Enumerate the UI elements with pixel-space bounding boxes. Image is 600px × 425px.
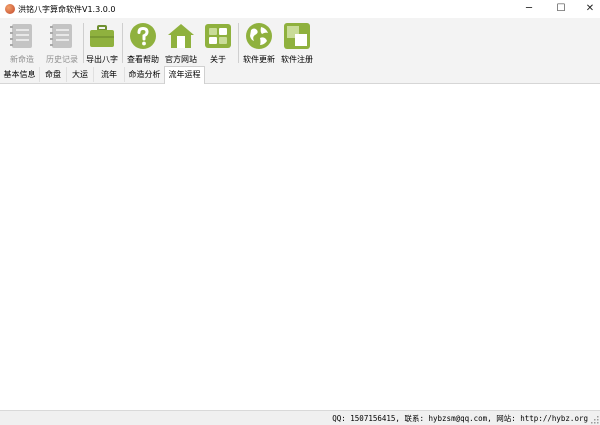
help-label: 查看帮助 xyxy=(127,55,159,64)
tab-destiny-analysis[interactable]: 命造分析 xyxy=(125,67,165,82)
minimize-button[interactable]: ─ xyxy=(514,0,544,18)
close-button[interactable]: ✕ xyxy=(575,0,600,18)
globe-icon xyxy=(246,23,272,49)
notebook-icon xyxy=(10,24,32,48)
resize-grip-icon[interactable] xyxy=(591,416,599,424)
tab-label: 流年运程 xyxy=(168,70,201,79)
tab-label: 基本信息 xyxy=(3,70,36,79)
tab-annual-luck[interactable]: 流年 xyxy=(94,67,125,82)
software-register-button[interactable]: 软件注册 xyxy=(278,20,316,64)
tab-strip: 基本信息 命盘 大运 流年 命造分析 流年运程 xyxy=(0,66,600,85)
toolbar-separator xyxy=(238,23,239,63)
briefcase-icon xyxy=(90,25,114,47)
new-chart-label: 新命造 xyxy=(10,55,34,64)
toolbar: 新命造 历史记录 导出八字 查看帮助 官方网站 关于 软件更新 软件注册 xyxy=(0,18,600,66)
info-blocks-icon xyxy=(205,24,231,48)
software-update-button[interactable]: 软件更新 xyxy=(240,20,278,64)
tab-label: 命造分析 xyxy=(128,70,161,79)
title-bar: 洪铭八字算命软件V1.3.0.0 ─ ☐ ✕ xyxy=(0,0,600,18)
content-area xyxy=(0,84,600,410)
history-label: 历史记录 xyxy=(46,55,78,64)
window-title: 洪铭八字算命软件V1.3.0.0 xyxy=(18,5,116,14)
tab-major-luck[interactable]: 大运 xyxy=(67,67,94,82)
about-label: 关于 xyxy=(210,55,226,64)
tab-label: 命盘 xyxy=(45,70,61,79)
export-bazi-label: 导出八字 xyxy=(86,55,118,64)
maximize-button[interactable]: ☐ xyxy=(546,0,576,18)
new-chart-button[interactable]: 新命造 xyxy=(4,20,40,64)
question-icon xyxy=(130,23,156,49)
official-site-label: 官方网站 xyxy=(165,55,197,64)
tab-chart[interactable]: 命盘 xyxy=(40,67,67,82)
tab-label: 大运 xyxy=(72,70,88,79)
tab-annual-fortune[interactable]: 流年运程 xyxy=(164,66,205,85)
home-icon xyxy=(168,24,194,48)
register-icon xyxy=(284,23,310,49)
software-register-label: 软件注册 xyxy=(281,55,313,64)
notebook-icon xyxy=(50,24,72,48)
contact-info-text: QQ: 1507156415, 联系: hybzsm@qq.com, 网站: h… xyxy=(332,414,588,423)
software-update-label: 软件更新 xyxy=(243,55,275,64)
tab-label: 流年 xyxy=(101,70,117,79)
tab-basic-info[interactable]: 基本信息 xyxy=(0,67,40,82)
about-button[interactable]: 关于 xyxy=(200,20,236,64)
help-button[interactable]: 查看帮助 xyxy=(124,20,162,64)
export-bazi-button[interactable]: 导出八字 xyxy=(84,20,120,64)
toolbar-separator xyxy=(122,23,123,63)
status-bar: QQ: 1507156415, 联系: hybzsm@qq.com, 网站: h… xyxy=(0,410,600,425)
official-site-button[interactable]: 官方网站 xyxy=(162,20,200,64)
app-logo-icon xyxy=(5,4,15,14)
history-button[interactable]: 历史记录 xyxy=(42,20,82,64)
